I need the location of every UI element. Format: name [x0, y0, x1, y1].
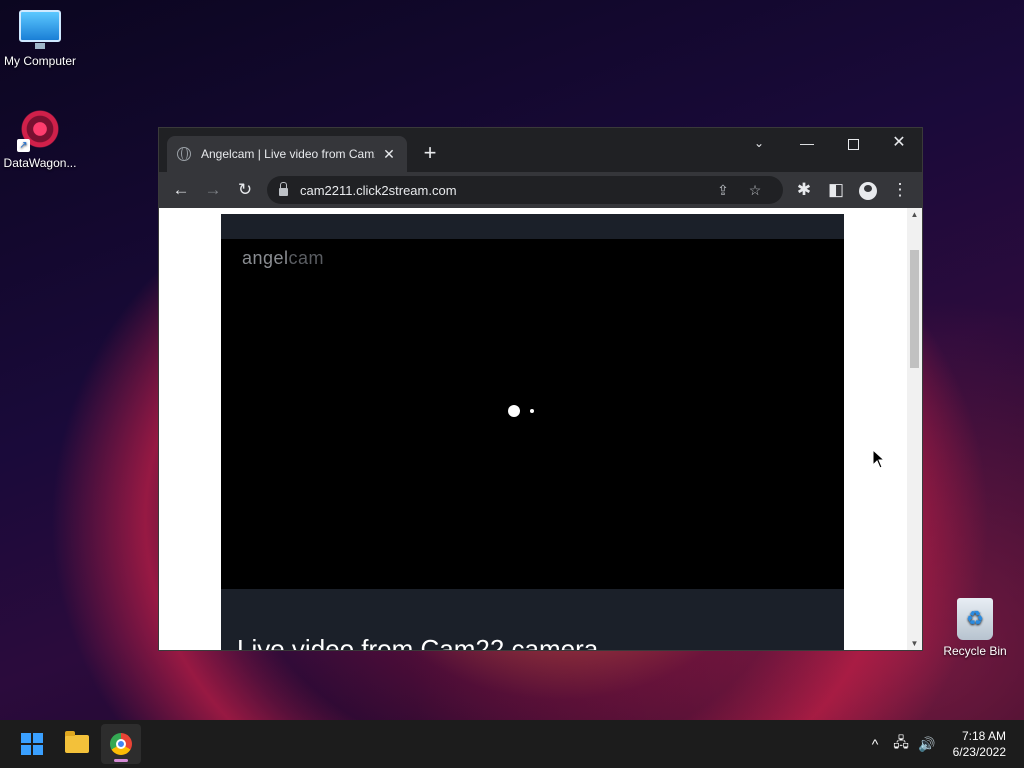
clock-date: 6/23/2022: [952, 745, 1006, 759]
tab-search-button[interactable]: ⌄: [736, 128, 782, 158]
video-area[interactable]: angelcam: [221, 239, 844, 589]
chevron-up-icon[interactable]: ^: [862, 736, 888, 752]
folder-icon: [65, 731, 89, 753]
tab-angelcam[interactable]: Angelcam | Live video from Cam22 ✕: [167, 136, 407, 172]
volume-icon[interactable]: 🔊: [914, 736, 940, 753]
page-headline: Live video from Cam22 camera: [237, 634, 599, 651]
active-app-indicator: [114, 759, 128, 762]
loading-spinner-dot: [508, 405, 520, 417]
scrollbar-thumb[interactable]: [910, 250, 919, 368]
bookmark-star-icon[interactable]: ☆: [739, 182, 771, 199]
network-icon[interactable]: 🖧: [888, 732, 914, 756]
chrome-icon: [110, 733, 132, 755]
desktop-icon-label: My Computer: [3, 54, 77, 68]
chrome-taskbar-button[interactable]: [101, 724, 141, 764]
brand-prefix: angel: [242, 248, 289, 268]
shortcut-arrow-icon: ↗: [17, 139, 30, 152]
recycle-bin-icon: ♻: [957, 598, 993, 640]
new-tab-button[interactable]: +: [419, 142, 441, 164]
extensions-icon[interactable]: ✱: [788, 174, 820, 206]
profile-avatar-icon: [859, 181, 877, 200]
minimize-button[interactable]: —: [784, 128, 830, 158]
title-bar: Angelcam | Live video from Cam22 ✕ + ⌄ —…: [159, 128, 922, 172]
desktop-icon-label: Recycle Bin: [943, 644, 1007, 658]
page-content: angelcam Live video from Cam22 camera ▲ …: [159, 208, 922, 651]
vertical-scrollbar[interactable]: ▲ ▼: [907, 208, 922, 650]
tab-title: Angelcam | Live video from Cam22: [201, 147, 375, 161]
start-button[interactable]: [12, 724, 52, 764]
tab-close-icon[interactable]: ✕: [381, 146, 397, 163]
desktop-icon-recycle-bin[interactable]: ♻ Recycle Bin: [935, 598, 1015, 658]
angelcam-logo: angelcam: [242, 248, 324, 269]
browser-toolbar: ← → ↻ cam2211.click2stream.com ⇪ ☆ ✱ ◧ ⋮: [159, 172, 922, 208]
datawagon-shortcut-icon: ↗: [17, 106, 63, 152]
globe-icon: [177, 147, 191, 161]
desktop-icon-datawagon[interactable]: ↗ DataWagon...: [0, 106, 80, 170]
brand-suffix: cam: [288, 248, 325, 268]
lock-icon[interactable]: [279, 182, 288, 196]
menu-kebab-icon[interactable]: ⋮: [884, 174, 916, 206]
file-explorer-button[interactable]: [57, 724, 97, 764]
scroll-down-arrow-icon[interactable]: ▼: [907, 637, 922, 650]
video-player[interactable]: angelcam Live video from Cam22 camera: [221, 214, 844, 651]
desktop-icon-my-computer[interactable]: My Computer: [0, 10, 80, 68]
monitor-icon: [19, 10, 61, 49]
toolbar-right-buttons: ✱ ◧ ⋮: [788, 174, 916, 206]
loading-spinner-dot: [530, 409, 534, 413]
clock-time: 7:18 AM: [961, 729, 1006, 743]
clock[interactable]: 7:18 AM 6/23/2022: [953, 728, 1006, 760]
desktop-icon-label: DataWagon...: [3, 156, 77, 170]
maximize-icon: [847, 138, 859, 150]
windows-logo-icon: [21, 733, 43, 755]
forward-button[interactable]: →: [197, 174, 229, 206]
back-button[interactable]: ←: [165, 174, 197, 206]
close-window-button[interactable]: ✕: [876, 128, 922, 158]
taskbar: ^ 🖧 🔊 7:18 AM 6/23/2022: [0, 720, 1024, 768]
profile-button[interactable]: [852, 174, 884, 206]
scroll-up-arrow-icon[interactable]: ▲: [907, 208, 922, 222]
address-bar[interactable]: cam2211.click2stream.com ⇪ ☆: [267, 176, 783, 204]
reload-button[interactable]: ↻: [229, 174, 261, 206]
maximize-button[interactable]: [830, 128, 876, 158]
share-icon[interactable]: ⇪: [707, 182, 739, 199]
browser-window: Angelcam | Live video from Cam22 ✕ + ⌄ —…: [158, 127, 923, 651]
url-text[interactable]: cam2211.click2stream.com: [300, 183, 707, 198]
system-tray: ^ 🖧 🔊: [862, 720, 940, 768]
side-panel-icon[interactable]: ◧: [820, 174, 852, 206]
